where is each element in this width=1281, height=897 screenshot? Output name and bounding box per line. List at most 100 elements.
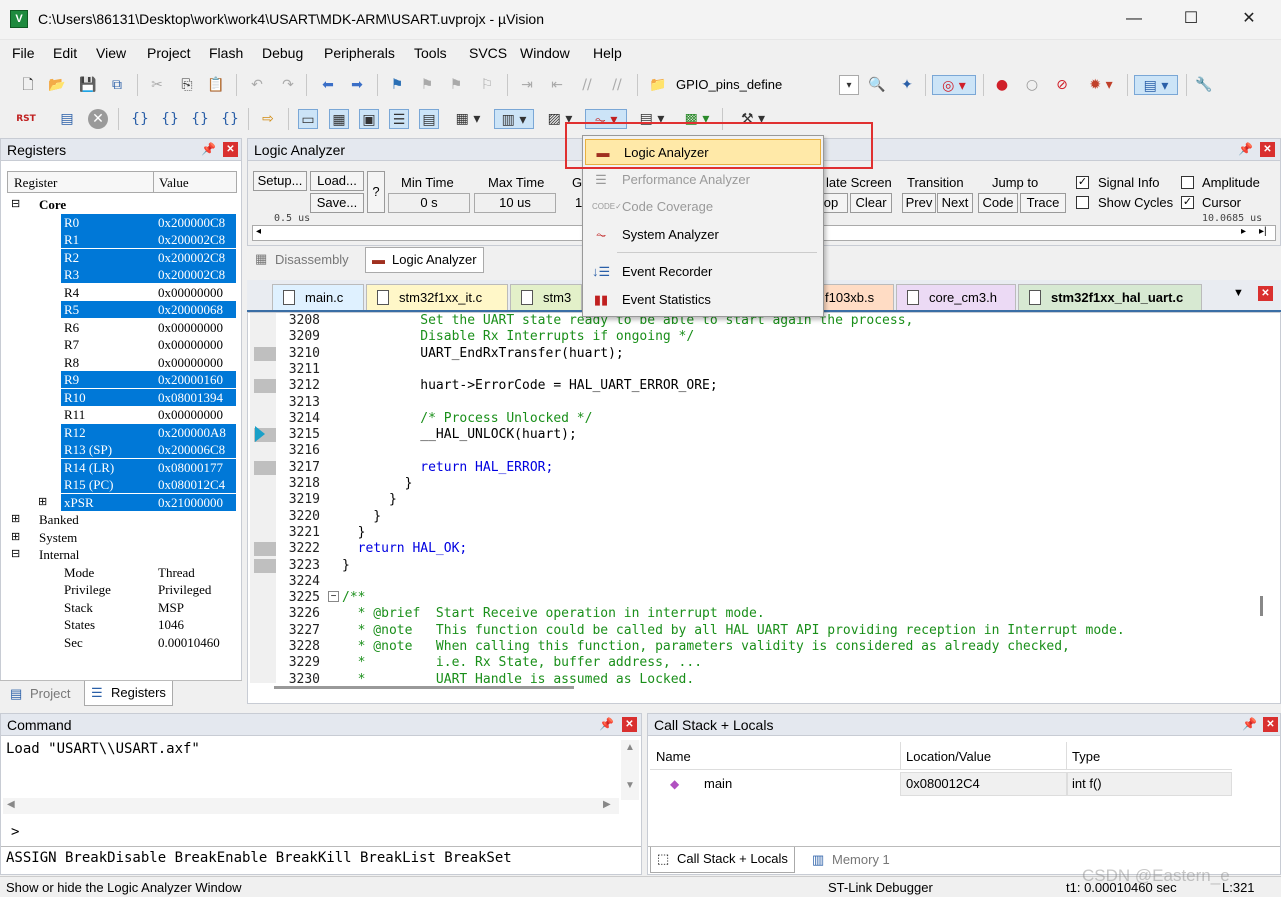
cursor-checkbox[interactable]: ✓	[1181, 196, 1194, 209]
code-line[interactable]: 3218 }	[250, 476, 1260, 492]
tab-registers[interactable]: ☰ Registers	[84, 681, 173, 706]
prev-button[interactable]: Prev	[902, 193, 936, 213]
new-file-icon[interactable]: 🗋	[18, 75, 38, 95]
close-registers-icon[interactable]: ✕	[223, 142, 238, 157]
code-line[interactable]: 3209 Disable Rx Interrupts if ongoing */	[250, 329, 1260, 345]
file-tab-main-c[interactable]: main.c	[272, 284, 364, 310]
step-out-icon[interactable]: {}	[190, 109, 210, 129]
show-cycles-checkbox[interactable]	[1076, 196, 1089, 209]
step-into-icon[interactable]: {}	[130, 109, 150, 129]
debug-session-icon[interactable]: ◎ ▾	[932, 75, 976, 95]
clear-bookmarks-icon[interactable]: ⚐	[477, 75, 497, 95]
find-in-files-icon[interactable]: 📁	[648, 75, 668, 95]
menu-item-event-recorder[interactable]: ↓☰ Event Recorder	[584, 259, 822, 285]
editor-scrollbar-thumb[interactable]	[1260, 596, 1263, 616]
uncomment-icon[interactable]: //	[607, 75, 627, 95]
menu-view[interactable]: View	[96, 45, 126, 61]
tab-project[interactable]: ▤ Project	[4, 682, 76, 706]
menu-file[interactable]: File	[12, 45, 35, 61]
register-row[interactable]: R2 0x200002C8	[7, 248, 243, 267]
menu-svcs[interactable]: SVCS	[469, 45, 507, 61]
code-line[interactable]: 3214 /* Process Unlocked */	[250, 411, 1260, 427]
command-h-scrollbar[interactable]: ◀ ▶	[3, 798, 619, 814]
next-button[interactable]: Next	[937, 193, 973, 213]
callstack-window-icon[interactable]: ▤	[419, 109, 439, 129]
callstack-pin-icon[interactable]: 📌	[1242, 717, 1257, 731]
close-logic-analyzer-icon[interactable]: ✕	[1260, 142, 1275, 157]
fold-collapse-icon[interactable]: −	[328, 591, 339, 602]
nav-back-icon[interactable]: ⬅	[318, 75, 338, 95]
tab-memory-1[interactable]: ▥ Memory 1	[806, 848, 896, 872]
setup-button[interactable]: Setup...	[253, 171, 307, 191]
save-button[interactable]: Save...	[310, 193, 364, 213]
undo-icon[interactable]: ↶	[247, 75, 267, 95]
show-next-statement-icon[interactable]: ⇨	[258, 109, 278, 129]
paste-icon[interactable]: 📋	[206, 75, 226, 95]
breakpoint-icon[interactable]: ●	[992, 75, 1012, 95]
kill-breakpoints-icon[interactable]: ✹ ▾	[1082, 75, 1120, 95]
editor-h-scrollbar[interactable]	[274, 686, 574, 689]
menu-help[interactable]: Help	[593, 45, 622, 61]
code-line[interactable]: 3221 }	[250, 525, 1260, 541]
menu-tools[interactable]: Tools	[414, 45, 447, 61]
code-button[interactable]: Code	[978, 193, 1018, 213]
memory-window-icon[interactable]: ▥ ▾	[494, 109, 534, 129]
menu-item-performance-analyzer[interactable]: ☰ Performance Analyzer	[584, 167, 822, 193]
tab-callstack-locals[interactable]: ⬚ Call Stack + Locals	[650, 847, 795, 873]
prev-bookmark-icon[interactable]: ⚑	[417, 75, 437, 95]
redo-icon[interactable]: ↷	[278, 75, 298, 95]
watch-window-icon[interactable]: ▦ ▾	[450, 109, 486, 129]
command-window-icon[interactable]: ▭	[298, 109, 318, 129]
close-window-button[interactable]: ✕	[1238, 8, 1260, 30]
signal-info-checkbox[interactable]: ✓	[1076, 176, 1089, 189]
nav-forward-icon[interactable]: ➡	[347, 75, 367, 95]
next-bookmark-icon[interactable]: ⚑	[446, 75, 466, 95]
window-layout-icon[interactable]: ▤ ▾	[1134, 75, 1178, 95]
run-icon[interactable]: ▤	[57, 109, 77, 129]
run-to-cursor-icon[interactable]: {}	[220, 109, 240, 129]
menu-edit[interactable]: Edit	[53, 45, 77, 61]
maximize-button[interactable]: ☐	[1180, 8, 1202, 30]
amplitude-checkbox[interactable]	[1181, 176, 1194, 189]
la-scroll-left-icon[interactable]: ◂	[256, 226, 261, 237]
close-file-tab-icon[interactable]: ✕	[1258, 286, 1273, 301]
register-row[interactable]: R0 0x200000C8	[7, 213, 243, 232]
register-row[interactable]: R3 0x200002C8	[7, 266, 243, 284]
code-line[interactable]: 3211	[250, 362, 1260, 378]
incremental-find-icon[interactable]: ✦	[897, 75, 917, 95]
stop-icon[interactable]: ✕	[88, 109, 108, 129]
file-tab-stm32f1xx-it-c[interactable]: stm32f1xx_it.c	[366, 284, 508, 310]
disassembly-window-icon[interactable]: ▦	[329, 109, 349, 129]
configure-icon[interactable]: 🔧	[1194, 75, 1214, 95]
register-row[interactable]: R1 0x200002C8	[7, 231, 243, 249]
code-line[interactable]: 3227 * @note This function could be call…	[250, 623, 1260, 639]
unindent-icon[interactable]: ⇤	[547, 75, 567, 95]
code-line[interactable]: 3228 * @note When calling this function,…	[250, 639, 1260, 655]
menu-item-code-coverage[interactable]: CODE✓ Code Coverage	[584, 194, 822, 220]
tab-list-dropdown-icon[interactable]: ▼	[1233, 287, 1244, 299]
code-line[interactable]: 3219 }	[250, 492, 1260, 508]
code-line[interactable]: 3229 * i.e. Rx State, buffer address, ..…	[250, 655, 1260, 671]
register-row[interactable]: R4 0x00000000	[7, 284, 243, 302]
menu-flash[interactable]: Flash	[209, 45, 243, 61]
command-input[interactable]	[25, 820, 637, 842]
code-line[interactable]: 3220 }	[250, 509, 1260, 525]
code-line[interactable]: 3216	[250, 443, 1260, 459]
combo-dropdown-icon[interactable]: ▾	[839, 75, 859, 95]
menu-peripherals[interactable]: Peripherals	[324, 45, 395, 61]
code-line[interactable]: 3230 * UART Handle is assumed as Locked.	[250, 672, 1260, 683]
find-icon[interactable]: 🔍	[867, 75, 887, 95]
callstack-row[interactable]: ◆ main 0x080012C4 int f()	[650, 772, 1232, 796]
step-over-icon[interactable]: {}	[160, 109, 180, 129]
command-v-scrollbar[interactable]: ▲ ▼	[621, 740, 639, 800]
load-button[interactable]: Load...	[310, 171, 364, 191]
help-button[interactable]: ?	[367, 171, 385, 213]
clear-button[interactable]: Clear	[850, 193, 892, 213]
code-line[interactable]: 3217 return HAL_ERROR;	[250, 460, 1260, 476]
registers-window-icon[interactable]: ☰	[389, 109, 409, 129]
disable-all-breakpoints-icon[interactable]: ⊘	[1052, 75, 1072, 95]
menu-item-system-analyzer[interactable]: ⏦ System Analyzer	[584, 222, 822, 248]
symbols-window-icon[interactable]: ▣	[359, 109, 379, 129]
bookmark-icon[interactable]: ⚑	[387, 75, 407, 95]
close-command-icon[interactable]: ✕	[622, 717, 637, 732]
